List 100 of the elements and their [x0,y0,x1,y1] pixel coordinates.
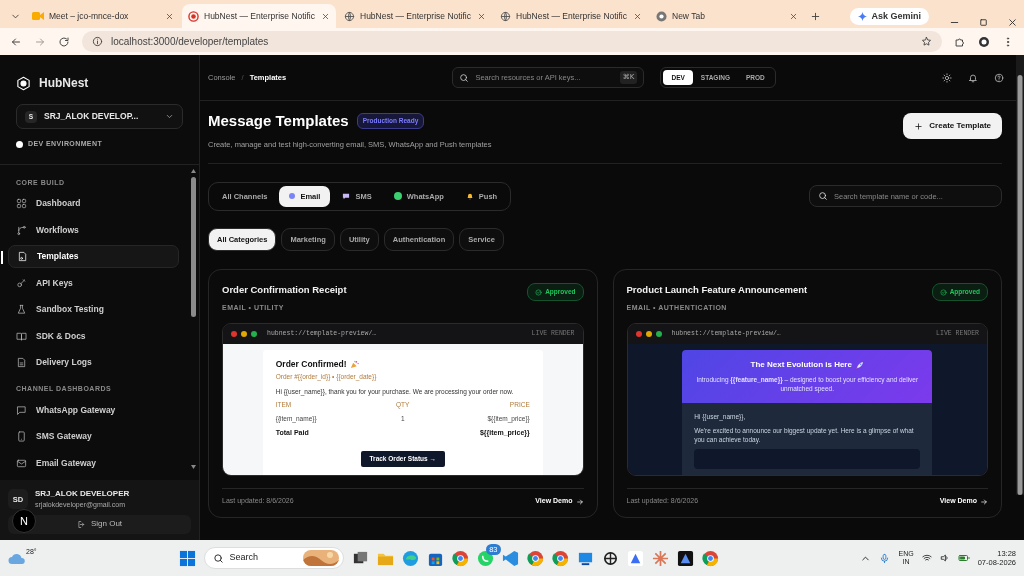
file-icon [17,251,28,262]
cloud-icon [8,551,26,565]
sidebar-item[interactable]: Dashboard [8,192,179,215]
browser-icon[interactable] [526,549,544,567]
browser-tab[interactable]: HubNest — Enterprise Notific [338,4,492,28]
circle-icon [393,192,402,201]
profile-icon [978,35,990,48]
dev-indicator-button[interactable]: N [12,509,36,533]
email-heading: The Next Evolution is Here [750,359,852,371]
camera-icon [32,11,44,21]
scrollbar[interactable] [190,168,197,469]
plus-icon [914,121,924,131]
bookmark-icon [921,36,932,47]
sparkle-icon [858,11,868,21]
wifi-icon [921,553,932,563]
windows-icon[interactable] [178,549,196,567]
address-bar[interactable]: localhost:3000/developer/templates [82,31,942,52]
sidebar-item[interactable]: SMS Gateway [8,425,179,448]
browser-icon[interactable] [551,549,569,567]
starburst-icon[interactable] [651,549,669,567]
template-title: Order Confirmation Receipt [222,283,347,298]
forward-icon [34,35,46,48]
minimize-dot [241,331,247,337]
browser-tab[interactable]: New Tab [650,4,804,28]
sidebar-item[interactable]: Delivery Logs [8,351,179,374]
back-icon [10,35,22,48]
close-icon [789,11,798,21]
email-heading: Order Confirmed! [275,358,347,371]
maximize-icon [978,17,989,28]
search-icon [818,191,828,202]
sidebar-item[interactable]: SDK & Docs [8,324,179,348]
book-icon [16,330,27,342]
minimize-dot [645,331,652,337]
site-info-icon [92,36,103,47]
check-icon [939,288,947,296]
page-title: Message Templates [208,111,349,131]
browser-icon [656,10,667,22]
speech-bubble-icon [342,192,351,200]
close-icon [1007,17,1018,28]
speaker-icon [939,553,950,563]
close-dot [231,331,237,337]
theme-icon [942,72,952,83]
taskbar-search-field[interactable]: Search [203,547,344,569]
close-icon [321,11,330,21]
sidebar-item[interactable]: Workflows [8,218,179,242]
search-icon [212,552,224,564]
key-icon [16,277,27,289]
battery-icon [957,552,970,564]
scrollbar[interactable] [1016,55,1024,495]
phone-icon [16,431,27,442]
close-dot [635,331,642,337]
arrow-right-icon [575,497,584,506]
sidebar-item[interactable]: Email Gateway [8,451,179,475]
sidebar-item[interactable]: WhatsApp Gateway [8,398,179,422]
browser-tab[interactable]: Meet – jco-mnce-dox [26,4,180,28]
chat-icon [16,404,27,416]
code-editor-icon[interactable] [501,549,519,567]
globe-icon [344,10,355,22]
sidebar-item[interactable]: Sandbox Testing [8,298,179,321]
sidebar-item[interactable]: API Keys [8,271,179,295]
check-icon [535,288,543,296]
user-name: SRJ_ALOK DEVELOPER [35,488,130,500]
close-icon [477,11,486,21]
search-icon [459,72,470,83]
flask-icon [16,304,27,315]
arrow-right-icon [980,497,988,506]
brand-name: HubNest [39,75,89,92]
party-popper-icon [349,359,359,369]
dot-icon [289,193,296,200]
template-title: Product Launch Feature Announcement [626,283,808,298]
new-tab-icon [809,10,821,22]
close-icon [165,11,174,21]
record-icon [188,10,199,22]
globe-icon [500,10,511,22]
document-icon [16,357,27,368]
bell-icon [465,192,474,201]
browser-tab[interactable]: HubNest — Enterprise Notific [494,4,648,28]
create-template-button[interactable]: Create Template [903,113,1002,139]
browser-tab[interactable]: HubNest — Enterprise Notific [182,4,336,28]
branch-icon [16,224,27,236]
url-text: localhost:3000/developer/templates [111,35,269,49]
mail-icon [16,457,27,469]
assistant-button[interactable]: Ask Gemini [850,7,929,25]
help-icon [994,72,1004,83]
extensions-icon [954,35,966,48]
browser-icon[interactable] [451,549,469,567]
logout-icon [76,519,86,529]
status-dot [16,140,23,148]
maximize-dot [251,331,257,337]
browser-icon[interactable] [401,549,419,567]
grid-icon [16,198,27,209]
microphone-icon [879,552,891,564]
chevron-down-icon [165,112,174,121]
notification-icon [968,72,978,83]
reload-icon [58,35,70,48]
app-icon[interactable] [676,549,694,567]
close-icon [633,11,642,21]
maximize-dot [655,331,662,337]
browser-icon[interactable] [701,549,719,567]
hexagon-logo-icon [16,75,31,91]
